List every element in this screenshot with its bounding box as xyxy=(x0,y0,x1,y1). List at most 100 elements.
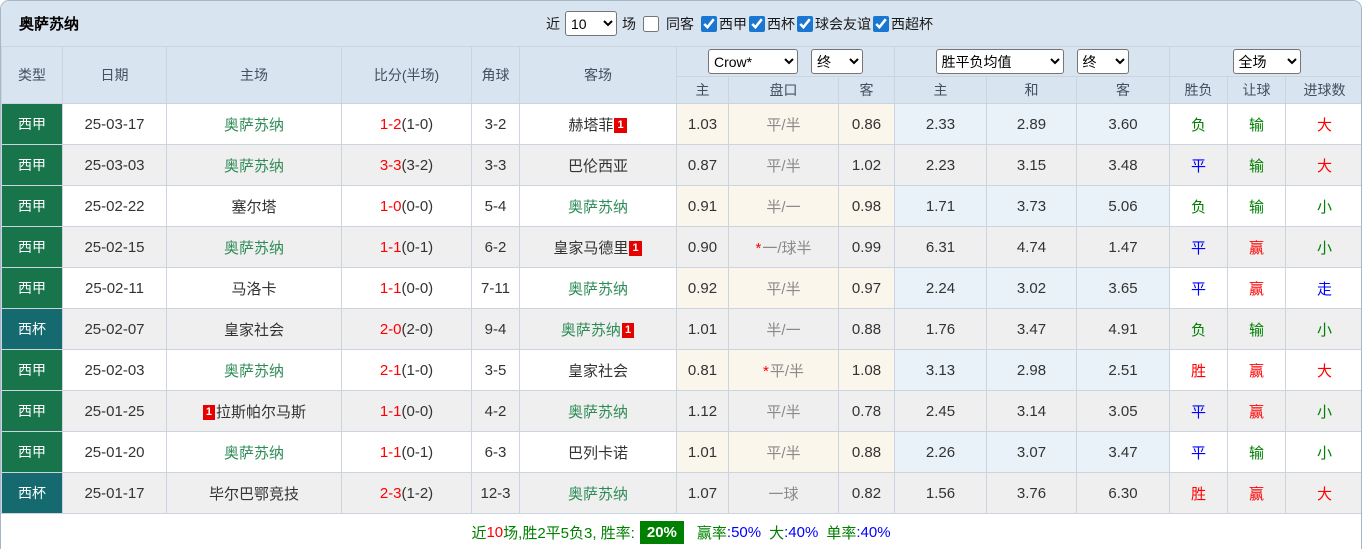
home-team-cell[interactable]: 奥萨苏纳 xyxy=(166,103,342,145)
away-team-cell[interactable]: 巴列卡诺 xyxy=(519,431,677,473)
league-type-cell: 西甲 xyxy=(1,185,63,227)
euro-away-odds-cell: 2.51 xyxy=(1075,349,1171,391)
home-team-cell[interactable]: 毕尔巴鄂竞技 xyxy=(166,472,342,514)
home-team-cell[interactable]: 奥萨苏纳 xyxy=(166,349,342,391)
column-header-corner: 角球 xyxy=(471,46,520,104)
euro-away-odds-cell: 3.05 xyxy=(1075,390,1171,432)
home-team-cell[interactable]: 马洛卡 xyxy=(166,267,342,309)
away-team-cell[interactable]: 奥萨苏纳 xyxy=(519,267,677,309)
stats-footer: 近 10 场,胜2平5负3, 胜率: 20% 赢率:50% 大:40% 单率:40% xyxy=(1,514,1361,549)
single-rate-label: 单率 xyxy=(826,525,857,542)
team-name: 皇家马德里 xyxy=(553,239,629,257)
league-filter-checkbox[interactable] xyxy=(749,15,765,32)
subheader-goals: 进球数 xyxy=(1285,76,1361,104)
league-filter-checkbox[interactable] xyxy=(701,15,717,32)
euro-odds-time-select[interactable]: 终 xyxy=(1076,49,1129,74)
asian-home-odds-cell: 1.07 xyxy=(676,472,729,514)
away-team-cell[interactable]: 皇家马德里 1 xyxy=(519,226,677,268)
recent-count-select[interactable]: 10 xyxy=(565,11,617,36)
match-row: 西甲 25-02-03 奥萨苏纳 2-1(1-0) 3-5 皇家社会 0.81 *平/半 1.0… xyxy=(1,349,1361,391)
date-cell: 25-03-03 xyxy=(62,144,167,186)
big-rate-label: 大 xyxy=(769,525,785,542)
result-cell: 负 xyxy=(1169,308,1229,350)
away-team-cell[interactable]: 皇家社会 xyxy=(519,349,677,391)
goals-result-cell: 小 xyxy=(1285,390,1361,432)
goals-result-cell: 小 xyxy=(1285,185,1361,227)
corner-cell: 9-4 xyxy=(471,308,520,350)
asian-odds-time-select[interactable]: 终 xyxy=(811,49,863,74)
date-cell: 25-03-17 xyxy=(62,103,167,145)
score-cell: 1-2(1-0) xyxy=(341,103,472,145)
away-team-cell[interactable]: 奥萨苏纳 xyxy=(519,472,677,514)
fulltime-score: 1-0 xyxy=(379,197,402,215)
league-filter[interactable]: 西杯 xyxy=(747,14,795,34)
home-team-cell[interactable]: 奥萨苏纳 xyxy=(166,144,342,186)
league-filter-checkbox[interactable] xyxy=(873,15,889,32)
euro-away-odds-cell: 3.65 xyxy=(1075,267,1171,309)
home-team-cell[interactable]: 奥萨苏纳 xyxy=(166,226,342,268)
euro-home-odds-cell: 2.26 xyxy=(894,431,987,473)
team-name: 皇家社会 xyxy=(567,362,628,380)
match-history-table: 类型 日期 主场 比分(半场) 角球 客场 Crow* 终 胜平负均值 终 全场… xyxy=(1,46,1361,514)
league-type-cell: 西甲 xyxy=(1,267,63,309)
away-team-cell[interactable]: 奥萨苏纳 1 xyxy=(519,308,677,350)
home-team-cell[interactable]: 塞尔塔 xyxy=(166,185,342,227)
league-type-cell: 西甲 xyxy=(1,349,63,391)
subheader-euro-away: 客 xyxy=(1075,76,1171,104)
spread-result-cell: 赢 xyxy=(1227,472,1287,514)
spread-result-cell: 赢 xyxy=(1227,267,1287,309)
euro-home-odds-cell: 6.31 xyxy=(894,226,987,268)
league-type-cell: 西甲 xyxy=(1,103,63,145)
goals-result-cell: 小 xyxy=(1285,431,1361,473)
home-team-cell[interactable]: 1 拉斯帕尔马斯 xyxy=(166,390,342,432)
match-period-select[interactable]: 全场 xyxy=(1232,49,1301,74)
asian-away-odds-cell: 0.78 xyxy=(838,390,895,432)
away-team-cell[interactable]: 巴伦西亚 xyxy=(519,144,677,186)
column-header-score: 比分(半场) xyxy=(341,46,472,104)
score-cell: 1-1(0-0) xyxy=(341,390,472,432)
euro-draw-odds-cell: 3.15 xyxy=(986,144,1077,186)
league-filter[interactable]: 西超杯 xyxy=(871,14,933,34)
away-team-cell[interactable]: 奥萨苏纳 xyxy=(519,390,677,432)
home-team-cell[interactable]: 皇家社会 xyxy=(166,308,342,350)
fulltime-score: 1-1 xyxy=(379,402,402,420)
league-filter-checkbox[interactable] xyxy=(797,15,813,32)
spread-result-cell: 赢 xyxy=(1227,390,1287,432)
date-cell: 25-02-15 xyxy=(62,226,167,268)
same-away-checkbox[interactable] xyxy=(643,15,659,32)
team-name: 奥萨苏纳 xyxy=(223,116,284,134)
result-cell: 负 xyxy=(1169,185,1229,227)
score-cell: 1-0(0-0) xyxy=(341,185,472,227)
league-filter-label: 西杯 xyxy=(767,15,795,32)
euro-home-odds-cell: 1.76 xyxy=(894,308,987,350)
team-name: 奥萨苏纳 xyxy=(223,362,284,380)
halftime-score: (1-2) xyxy=(401,484,434,502)
result-cell: 平 xyxy=(1169,226,1229,268)
score-cell: 2-1(1-0) xyxy=(341,349,472,391)
euro-odds-type-select[interactable]: 胜平负均值 xyxy=(935,49,1064,74)
home-team-cell[interactable]: 奥萨苏纳 xyxy=(166,431,342,473)
spread-result-cell: 输 xyxy=(1227,431,1287,473)
euro-draw-odds-cell: 3.14 xyxy=(986,390,1077,432)
euro-draw-odds-cell: 2.89 xyxy=(986,103,1077,145)
league-filter[interactable]: 球会友谊 xyxy=(795,14,871,34)
fulltime-score: 2-3 xyxy=(379,484,402,502)
score-cell: 3-3(3-2) xyxy=(341,144,472,186)
euro-draw-odds-cell: 3.47 xyxy=(986,308,1077,350)
team-name: 奥萨苏纳 xyxy=(560,321,621,339)
league-filter[interactable]: 西甲 xyxy=(699,14,747,34)
asian-odds-company-select[interactable]: Crow* xyxy=(708,49,798,74)
live-odds-star: * xyxy=(762,362,769,380)
away-team-cell[interactable]: 奥萨苏纳 xyxy=(519,185,677,227)
corner-cell: 3-2 xyxy=(471,103,520,145)
away-team-cell[interactable]: 赫塔菲 1 xyxy=(519,103,677,145)
topbar: 奥萨苏纳 近 10 场 同客 西甲 西杯 球会友谊 西超杯 xyxy=(1,1,1361,46)
league-type-cell: 西杯 xyxy=(1,472,63,514)
fulltime-score: 1-1 xyxy=(379,443,402,461)
goals-result-cell: 大 xyxy=(1285,144,1361,186)
halftime-score: (1-0) xyxy=(401,361,434,379)
euro-draw-odds-cell: 3.76 xyxy=(986,472,1077,514)
red-card-badge: 1 xyxy=(629,240,642,256)
match-table-body: 西甲 25-03-17 奥萨苏纳 1-2(1-0) 3-2 赫塔菲 1 1.03 平/半 0.86… xyxy=(1,103,1361,514)
red-card-badge: 1 xyxy=(202,404,216,420)
